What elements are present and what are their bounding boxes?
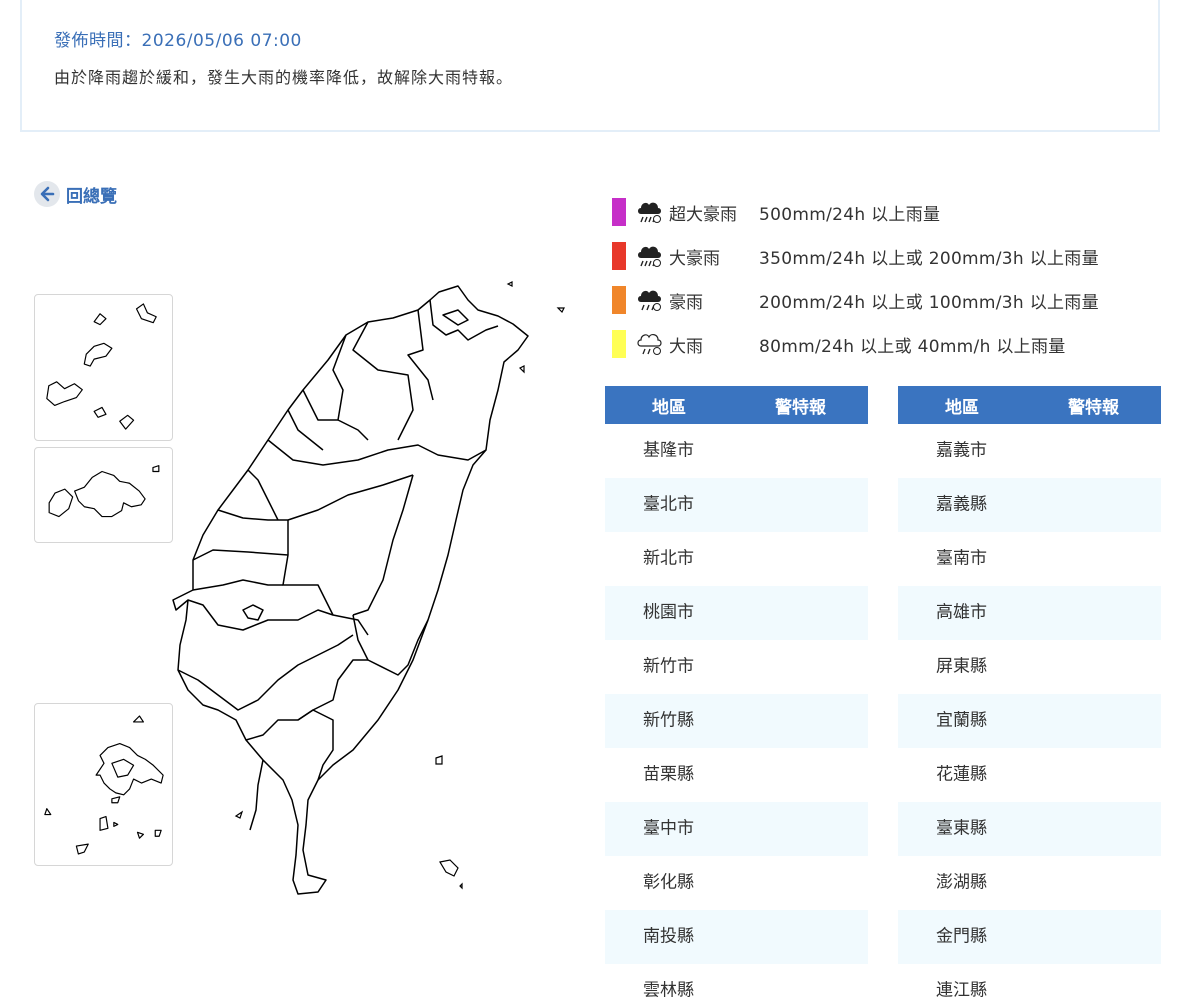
region-name: 桃園市 [643, 602, 694, 623]
table-row[interactable]: 澎湖縣 [898, 856, 1161, 910]
table-header: 地區 警特報 [898, 386, 1161, 424]
legend-swatch [612, 286, 626, 314]
rain-level-legend: 超大豪雨 500mm/24h 以上雨量 大豪雨 350mm/24h 以上或 20… [612, 190, 1099, 366]
legend-row: 豪雨 200mm/24h 以上或 100mm/3h 以上雨量 [612, 278, 1099, 322]
legend-row: 大雨 80mm/24h 以上或 40mm/h 以上雨量 [612, 322, 1099, 366]
table-row[interactable]: 嘉義市 [898, 424, 1161, 478]
table-row[interactable]: 金門縣 [898, 910, 1161, 964]
header-region: 地區 [945, 397, 979, 418]
table-row[interactable]: 苗栗縣 [605, 748, 868, 802]
table-row[interactable]: 宜蘭縣 [898, 694, 1161, 748]
region-name: 彰化縣 [643, 872, 694, 893]
region-name: 嘉義縣 [936, 494, 987, 515]
region-name: 臺南市 [936, 548, 987, 569]
legend-desc: 80mm/24h 以上或 40mm/h 以上雨量 [759, 336, 1066, 357]
table-row[interactable]: 新竹市 [605, 640, 868, 694]
region-name: 基隆市 [643, 440, 694, 461]
legend-swatch [612, 330, 626, 358]
legend-desc: 500mm/24h 以上雨量 [759, 204, 941, 225]
table-row[interactable]: 嘉義縣 [898, 478, 1161, 532]
region-name: 臺北市 [643, 494, 694, 515]
region-warning-table-left: 地區 警特報 基隆市 臺北市 新北市 桃園市 新竹市 新竹縣 苗栗縣 臺中市 彰… [605, 386, 868, 1006]
header-region: 地區 [652, 397, 686, 418]
back-label: 回總覽 [66, 186, 117, 207]
taiwan-county-map[interactable] [168, 280, 568, 900]
legend-desc: 350mm/24h 以上或 200mm/3h 以上雨量 [759, 248, 1099, 269]
table-row[interactable]: 臺東縣 [898, 802, 1161, 856]
table-row[interactable]: 桃園市 [605, 586, 868, 640]
region-name: 苗栗縣 [643, 764, 694, 785]
table-row[interactable]: 高雄市 [898, 586, 1161, 640]
legend-name: 豪雨 [669, 292, 703, 313]
inset-map-penghu[interactable] [34, 703, 173, 866]
table-row[interactable]: 臺南市 [898, 532, 1161, 586]
legend-row: 超大豪雨 500mm/24h 以上雨量 [612, 190, 1099, 234]
region-name: 新北市 [643, 548, 694, 569]
table-row[interactable]: 新竹縣 [605, 694, 868, 748]
legend-name: 大豪雨 [669, 248, 720, 269]
region-warning-table-right: 地區 警特報 嘉義市 嘉義縣 臺南市 高雄市 屏東縣 宜蘭縣 花蓮縣 臺東縣 澎… [898, 386, 1161, 1006]
region-name: 高雄市 [936, 602, 987, 623]
header-warning: 警特報 [775, 397, 826, 418]
region-name: 臺中市 [643, 818, 694, 839]
heavy-rain-cloud-icon [638, 290, 661, 311]
arrow-left-icon [34, 181, 60, 207]
table-row[interactable]: 屏東縣 [898, 640, 1161, 694]
legend-swatch [612, 198, 626, 226]
table-row[interactable]: 南投縣 [605, 910, 868, 964]
legend-name: 超大豪雨 [669, 204, 737, 225]
table-row[interactable]: 連江縣 [898, 964, 1161, 1006]
legend-row: 大豪雨 350mm/24h 以上或 200mm/3h 以上雨量 [612, 234, 1099, 278]
inset-map-lienchiang[interactable] [34, 294, 173, 441]
publish-time: 發佈時間：2026/05/06 07:00 [54, 31, 302, 51]
rain-cloud-outline-icon [637, 334, 662, 355]
table-row[interactable]: 臺北市 [605, 478, 868, 532]
region-name: 新竹市 [643, 656, 694, 677]
table-row[interactable]: 雲林縣 [605, 964, 868, 1006]
heavy-rain-cloud-icon [638, 246, 661, 267]
table-row[interactable]: 基隆市 [605, 424, 868, 478]
back-to-overview-link[interactable]: 回總覽 [34, 181, 117, 207]
legend-desc: 200mm/24h 以上或 100mm/3h 以上雨量 [759, 292, 1099, 313]
region-name: 宜蘭縣 [936, 710, 987, 731]
notice-message: 由於降雨趨於緩和，發生大雨的機率降低，故解除大雨特報。 [54, 68, 514, 87]
table-row[interactable]: 新北市 [605, 532, 868, 586]
table-row[interactable]: 彰化縣 [605, 856, 868, 910]
legend-name: 大雨 [669, 336, 703, 357]
region-name: 南投縣 [643, 926, 694, 947]
region-name: 臺東縣 [936, 818, 987, 839]
region-name: 新竹縣 [643, 710, 694, 731]
notice-panel: 發佈時間：2026/05/06 07:00 由於降雨趨於緩和，發生大雨的機率降低… [20, 0, 1160, 132]
region-name: 嘉義市 [936, 440, 987, 461]
region-name: 雲林縣 [643, 980, 694, 1001]
region-name: 澎湖縣 [936, 872, 987, 893]
header-warning: 警特報 [1068, 397, 1119, 418]
region-name: 花蓮縣 [936, 764, 987, 785]
table-row[interactable]: 臺中市 [605, 802, 868, 856]
heavy-rain-cloud-icon [638, 202, 661, 223]
table-header: 地區 警特報 [605, 386, 868, 424]
taiwan-island-outline [172, 285, 529, 895]
legend-swatch [612, 242, 626, 270]
region-name: 連江縣 [936, 980, 987, 1001]
table-row[interactable]: 花蓮縣 [898, 748, 1161, 802]
region-name: 屏東縣 [936, 656, 987, 677]
region-name: 金門縣 [936, 926, 987, 947]
inset-map-kinmen[interactable] [34, 447, 173, 543]
